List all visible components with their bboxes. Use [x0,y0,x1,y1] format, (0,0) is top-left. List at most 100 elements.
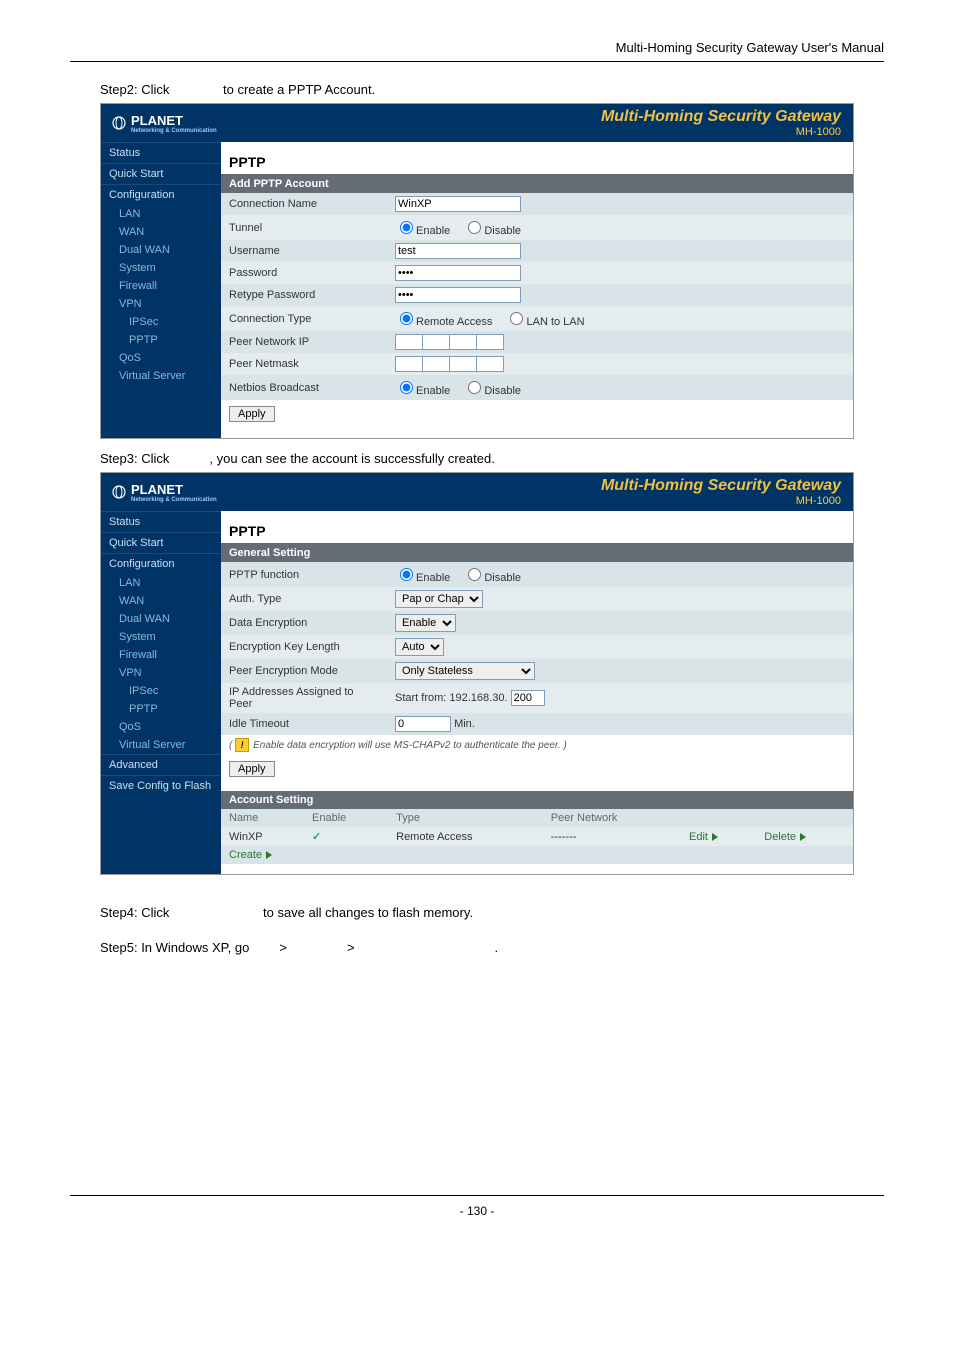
apply-button-2[interactable]: Apply [229,761,275,777]
label-conn-type: Connection Type [221,306,387,331]
warning-icon: ! [235,738,249,752]
sidebar-item-qos[interactable]: QoS [101,349,221,367]
input-ip-last-octet[interactable] [511,690,545,706]
panel-title-pptp: PPTP [221,150,853,175]
arrow-icon [712,833,718,841]
input-peer-network-ip[interactable] [395,334,504,350]
sidebar-item-firewall[interactable]: Firewall [101,646,221,664]
label-pptp-func: PPTP function [221,562,387,587]
step2-text: Step2: Click to create a PPTP Account. [100,82,884,97]
product-model-2: MH-1000 [796,495,841,507]
arrow-icon [266,851,272,859]
sidebar-item-pptp[interactable]: PPTP [101,700,221,718]
radio-remote-access[interactable] [400,312,413,325]
label-netbios: Netbios Broadcast [221,375,387,400]
encryption-note: ( !Enable data encryption will use MS-CH… [221,735,853,755]
delete-link[interactable]: Delete [764,831,806,843]
cell-name: WinXP [221,827,304,846]
label-data-enc: Data Encryption [221,611,387,635]
sidebar-item-dualwan[interactable]: Dual WAN [101,241,221,259]
sidebar-item-lan[interactable]: LAN [101,574,221,592]
sidebar-item-dualwan[interactable]: Dual WAN [101,610,221,628]
sidebar-item-wan[interactable]: WAN [101,592,221,610]
input-password[interactable] [395,265,521,281]
sidebar-item-firewall[interactable]: Firewall [101,277,221,295]
label-username: Username [221,240,387,262]
sidebar-item-ipsec[interactable]: IPSec [101,682,221,700]
col-name: Name [221,809,304,827]
sidebar-item-vpn[interactable]: VPN [101,295,221,313]
radio-netbios-disable[interactable] [468,381,481,394]
product-title-2: Multi-Homing Security Gateway [601,477,841,495]
sidebar-item-status[interactable]: Status [101,511,221,532]
sidebar-item-pptp[interactable]: PPTP [101,331,221,349]
input-retype-password[interactable] [395,287,521,303]
label-auth-type: Auth. Type [221,587,387,611]
input-conn-name[interactable] [395,196,521,212]
brand-name-2: PLANET [131,482,217,497]
check-icon: ✓ [312,831,321,843]
sidebar-nav-1: Status Quick Start Configuration LAN WAN… [101,142,221,438]
sidebar-item-quickstart[interactable]: Quick Start [101,532,221,553]
section-general: General Setting [221,544,853,562]
sidebar-item-vpn[interactable]: VPN [101,664,221,682]
label-password: Password [221,262,387,284]
sidebar-item-saveconfig[interactable]: Save Config to Flash [101,775,221,796]
input-idle-timeout[interactable] [395,716,451,732]
sidebar-nav-2: Status Quick Start Configuration LAN WAN… [101,511,221,874]
brand-logo: PLANET Networking & Communication [101,113,231,134]
app-window-1: PLANET Networking & Communication Multi-… [100,103,854,439]
sidebar-item-status[interactable]: Status [101,142,221,163]
step4-text: Step4: Click to save all changes to flas… [100,905,884,920]
sidebar-item-lan[interactable]: LAN [101,205,221,223]
create-link[interactable]: Create [229,849,272,861]
label-peer-enc-mode: Peer Encryption Mode [221,659,387,683]
sidebar-item-system[interactable]: System [101,259,221,277]
select-enc-key-len[interactable]: Auto [395,638,444,656]
product-title: Multi-Homing Security Gateway [601,108,841,126]
select-peer-enc-mode[interactable]: Only Stateless [395,662,535,680]
sidebar-item-configuration[interactable]: Configuration [101,553,221,574]
label-ip-assigned: IP Addresses Assigned to Peer [221,683,387,713]
page-number: - 130 - [70,1195,884,1218]
apply-button-1[interactable]: Apply [229,406,275,422]
doc-header: Multi-Homing Security Gateway User's Man… [70,40,884,62]
brand-name: PLANET [131,113,217,128]
globe-icon [111,115,127,131]
label-enc-key-len: Encryption Key Length [221,635,387,659]
product-model: MH-1000 [796,126,841,138]
ip-prefix: Start from: 192.168.30. [395,692,508,704]
sidebar-item-quickstart[interactable]: Quick Start [101,163,221,184]
col-type: Type [388,809,543,827]
label-conn-name: Connection Name [221,193,387,215]
sidebar-item-system[interactable]: System [101,628,221,646]
sidebar-item-configuration[interactable]: Configuration [101,184,221,205]
panel-title-pptp2: PPTP [221,519,853,544]
radio-func-disable[interactable] [468,568,481,581]
input-peer-netmask[interactable] [395,356,504,372]
sidebar-item-virtualserver[interactable]: Virtual Server [101,367,221,385]
arrow-icon [800,833,806,841]
globe-icon [111,484,127,500]
sidebar-item-virtualserver[interactable]: Virtual Server [101,736,221,754]
select-auth-type[interactable]: Pap or Chap [395,590,483,608]
radio-netbios-enable[interactable] [400,381,413,394]
label-idle-timeout: Idle Timeout [221,713,387,735]
radio-func-enable[interactable] [400,568,413,581]
radio-lan-to-lan[interactable] [510,312,523,325]
brand-sub-2: Networking & Communication [131,497,217,503]
idle-unit: Min. [454,718,475,730]
edit-link[interactable]: Edit [689,831,718,843]
section-add-pptp: Add PPTP Account [221,175,853,193]
radio-tunnel-disable[interactable] [468,221,481,234]
col-enable: Enable [304,809,388,827]
radio-tunnel-enable[interactable] [400,221,413,234]
sidebar-item-wan[interactable]: WAN [101,223,221,241]
app-window-2: PLANET Networking & Communication Multi-… [100,472,854,875]
select-data-enc[interactable]: Enable [395,614,456,632]
input-username[interactable] [395,243,521,259]
cell-type: Remote Access [388,827,543,846]
sidebar-item-qos[interactable]: QoS [101,718,221,736]
sidebar-item-ipsec[interactable]: IPSec [101,313,221,331]
sidebar-item-advanced[interactable]: Advanced [101,754,221,775]
